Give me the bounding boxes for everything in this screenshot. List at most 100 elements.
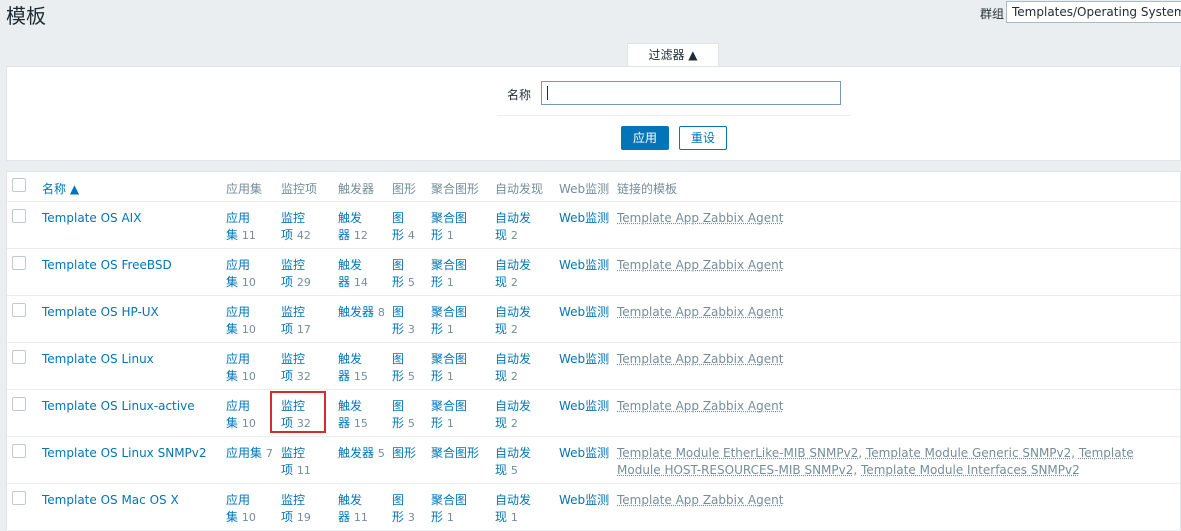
items-link[interactable]: 监控项 19 <box>281 492 311 526</box>
triggers-link[interactable]: 触发器 12 <box>338 210 368 244</box>
page-header: 模板 群组 Templates/Operating Systems <box>0 0 1181 32</box>
row-checkbox[interactable] <box>12 209 26 223</box>
discovery-link[interactable]: 自动发现 2 <box>495 257 531 291</box>
row-checkbox[interactable] <box>12 397 26 411</box>
web-link[interactable]: Web监测 <box>559 304 609 321</box>
filter-name-label: 名称 <box>507 88 532 102</box>
row-checkbox[interactable] <box>12 256 26 270</box>
templates-table: 名称 ▲ 应用集 监控项 触发器 图形 聚合图形 自动发现 Web监测 链接的模… <box>6 171 1181 530</box>
reset-button[interactable]: 重设 <box>679 126 727 150</box>
items-link[interactable]: 监控项 11 <box>281 445 311 479</box>
discovery-link[interactable]: 自动发现 2 <box>495 351 531 385</box>
screens-link[interactable]: 聚合图形 1 <box>431 492 467 526</box>
template-name-link[interactable]: Template OS Linux-active <box>42 398 195 415</box>
web-link[interactable]: Web监测 <box>559 257 609 274</box>
header-discovery: 自动发现 <box>495 182 544 196</box>
discovery-link[interactable]: 自动发现 2 <box>495 304 531 338</box>
graphs-link[interactable]: 图形 <box>392 445 416 462</box>
linked-template-link[interactable]: Template Module EtherLike-MIB SNMPv2 <box>617 446 858 460</box>
text-cursor <box>547 86 548 100</box>
linked-template-link[interactable]: Template App Zabbix Agent <box>617 493 783 507</box>
apply-button[interactable]: 应用 <box>621 126 669 150</box>
table-row: Template OS Linux SNMPv2 应用集 7 监控项 11 触发… <box>7 436 1180 484</box>
table-row: Template OS FreeBSD 应用集 10 监控项 29 触发器 14… <box>7 248 1180 296</box>
screens-link[interactable]: 聚合图形 1 <box>431 304 467 338</box>
template-name-link[interactable]: Template OS Linux <box>42 351 154 368</box>
applications-link[interactable]: 应用集 10 <box>226 351 256 385</box>
linked-template-link[interactable]: Template App Zabbix Agent <box>617 352 783 366</box>
row-checkbox[interactable] <box>12 303 26 317</box>
triggers-link[interactable]: 触发器 8 <box>338 304 385 321</box>
triggers-link[interactable]: 触发器 11 <box>338 492 368 526</box>
header-linked-templates: 链接的模板 <box>617 182 678 196</box>
discovery-link[interactable]: 自动发现 1 <box>495 492 531 526</box>
screens-link[interactable]: 聚合图形 1 <box>431 351 467 385</box>
applications-link[interactable]: 应用集 10 <box>226 304 256 338</box>
web-link[interactable]: Web监测 <box>559 445 609 462</box>
items-link[interactable]: 监控项 17 <box>281 304 311 338</box>
table-row: Template OS HP-UX 应用集 10 监控项 17 触发器 8 图形… <box>7 295 1180 343</box>
screens-link[interactable]: 聚合图形 1 <box>431 257 467 291</box>
web-link[interactable]: Web监测 <box>559 398 609 415</box>
table-row: Template OS Mac OS X 应用集 10 监控项 19 触发器 1… <box>7 483 1180 531</box>
filter-divider <box>497 115 851 116</box>
linked-template-link[interactable]: Template App Zabbix Agent <box>617 211 783 225</box>
triggers-link[interactable]: 触发器 5 <box>338 445 385 462</box>
linked-template-link[interactable]: Template Module Generic SNMPv2 <box>866 446 1071 460</box>
triggers-link[interactable]: 触发器 15 <box>338 351 368 385</box>
items-link[interactable]: 监控项 32 <box>281 351 311 385</box>
header-triggers: 触发器 <box>338 182 375 196</box>
header-applications: 应用集 <box>226 182 263 196</box>
filter-name-input[interactable] <box>541 81 841 105</box>
template-name-link[interactable]: Template OS HP-UX <box>42 304 159 321</box>
triggers-link[interactable]: 触发器 14 <box>338 257 368 291</box>
linked-template-link[interactable]: Template App Zabbix Agent <box>617 399 783 413</box>
items-link[interactable]: 监控项 42 <box>281 210 311 244</box>
applications-link[interactable]: 应用集 11 <box>226 210 256 244</box>
template-name-link[interactable]: Template OS Linux SNMPv2 <box>42 445 207 462</box>
row-checkbox[interactable] <box>12 444 26 458</box>
applications-link[interactable]: 应用集 10 <box>226 492 256 526</box>
select-all-checkbox[interactable] <box>12 178 26 192</box>
web-link[interactable]: Web监测 <box>559 492 609 509</box>
header-name[interactable]: 名称 ▲ <box>42 180 79 197</box>
template-name-link[interactable]: Template OS AIX <box>42 210 141 227</box>
header-items: 监控项 <box>281 182 318 196</box>
web-link[interactable]: Web监测 <box>559 210 609 227</box>
table-row: Template OS AIX 应用集 11 监控项 42 触发器 12 图形 … <box>7 201 1180 249</box>
screens-link[interactable]: 聚合图形 1 <box>431 210 467 244</box>
graphs-link[interactable]: 图形 3 <box>392 492 415 526</box>
items-link[interactable]: 监控项 29 <box>281 257 311 291</box>
linked-template-link[interactable]: Template Module Interfaces SNMPv2 <box>861 463 1080 477</box>
graphs-link[interactable]: 图形 5 <box>392 398 415 432</box>
group-label: 群组 <box>980 7 1005 21</box>
items-link[interactable]: 监控项 32 <box>281 398 311 432</box>
screens-link[interactable]: 聚合图形 <box>431 445 479 462</box>
graphs-link[interactable]: 图形 4 <box>392 210 415 244</box>
discovery-link[interactable]: 自动发现 5 <box>495 445 531 479</box>
linked-template-link[interactable]: Template App Zabbix Agent <box>617 258 783 272</box>
table-row: Template OS Linux-active 应用集 10 监控项 32 触… <box>7 389 1180 437</box>
header-graphs: 图形 <box>392 182 417 196</box>
row-checkbox[interactable] <box>12 350 26 364</box>
page-title: 模板 <box>6 4 46 28</box>
group-select[interactable]: Templates/Operating Systems <box>1006 1 1181 23</box>
triggers-link[interactable]: 触发器 15 <box>338 398 368 432</box>
screens-link[interactable]: 聚合图形 1 <box>431 398 467 432</box>
discovery-link[interactable]: 自动发现 2 <box>495 398 531 432</box>
linked-template-link[interactable]: Template App Zabbix Agent <box>617 305 783 319</box>
filter-tab[interactable]: 过滤器 ▲ <box>627 43 719 67</box>
applications-link[interactable]: 应用集 7 <box>226 445 273 462</box>
applications-link[interactable]: 应用集 10 <box>226 398 256 432</box>
template-name-link[interactable]: Template OS FreeBSD <box>42 257 172 274</box>
header-web: Web监测 <box>559 182 610 196</box>
graphs-link[interactable]: 图形 5 <box>392 257 415 291</box>
header-screens: 聚合图形 <box>431 182 480 196</box>
applications-link[interactable]: 应用集 10 <box>226 257 256 291</box>
graphs-link[interactable]: 图形 3 <box>392 304 415 338</box>
row-checkbox[interactable] <box>12 491 26 505</box>
discovery-link[interactable]: 自动发现 2 <box>495 210 531 244</box>
web-link[interactable]: Web监测 <box>559 351 609 368</box>
template-name-link[interactable]: Template OS Mac OS X <box>42 492 179 509</box>
graphs-link[interactable]: 图形 5 <box>392 351 415 385</box>
